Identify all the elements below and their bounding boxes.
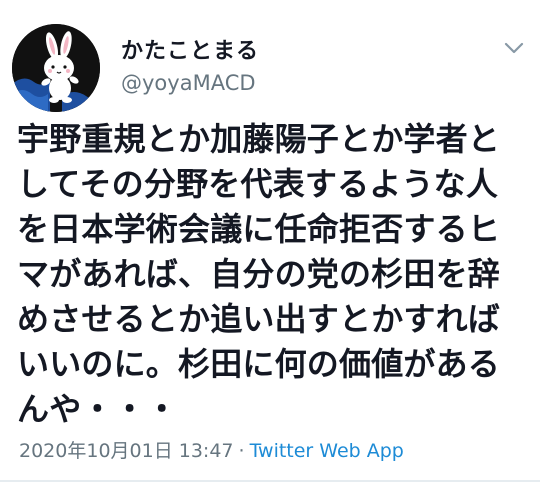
tweet-text-line: マがあれば、自分の党の杉田を辞 bbox=[17, 255, 501, 293]
avatar[interactable] bbox=[12, 24, 100, 112]
tweet-text-line: んや・・・ bbox=[17, 390, 179, 428]
user-handle[interactable]: @yoyaMACD bbox=[121, 71, 256, 95]
tweet-text-line: 宇野重規とか加藤陽子とか学者と bbox=[17, 120, 501, 158]
chevron-down-icon bbox=[504, 42, 524, 54]
tweet-menu-button[interactable] bbox=[503, 40, 525, 56]
meta-separator: · bbox=[238, 440, 245, 462]
tweet-meta: 2020年10月01日 13:47 · Twitter Web App bbox=[19, 436, 404, 463]
tweet-card: かたことまる @yoyaMACD 宇野重規とか加藤陽子とか学者と してその分野を… bbox=[0, 0, 540, 482]
tweet-text: 宇野重規とか加藤陽子とか学者と してその分野を代表するような人 を日本学術会議に… bbox=[17, 117, 532, 432]
tweet-text-line: してその分野を代表するような人 bbox=[17, 165, 499, 203]
display-name[interactable]: かたことまる bbox=[121, 33, 259, 65]
white-rabbit-avatar-icon bbox=[12, 24, 100, 112]
tweet-text-line: めさせるとか追い出すとかすれば bbox=[17, 300, 501, 338]
tweet-text-line: いいのに。杉田に何の価値がある bbox=[17, 345, 501, 383]
source-app-link[interactable]: Twitter Web App bbox=[250, 440, 404, 462]
tweet-text-line: を日本学術会議に任命拒否するヒ bbox=[17, 210, 501, 248]
tweet-timestamp[interactable]: 2020年10月01日 13:47 bbox=[19, 440, 234, 462]
